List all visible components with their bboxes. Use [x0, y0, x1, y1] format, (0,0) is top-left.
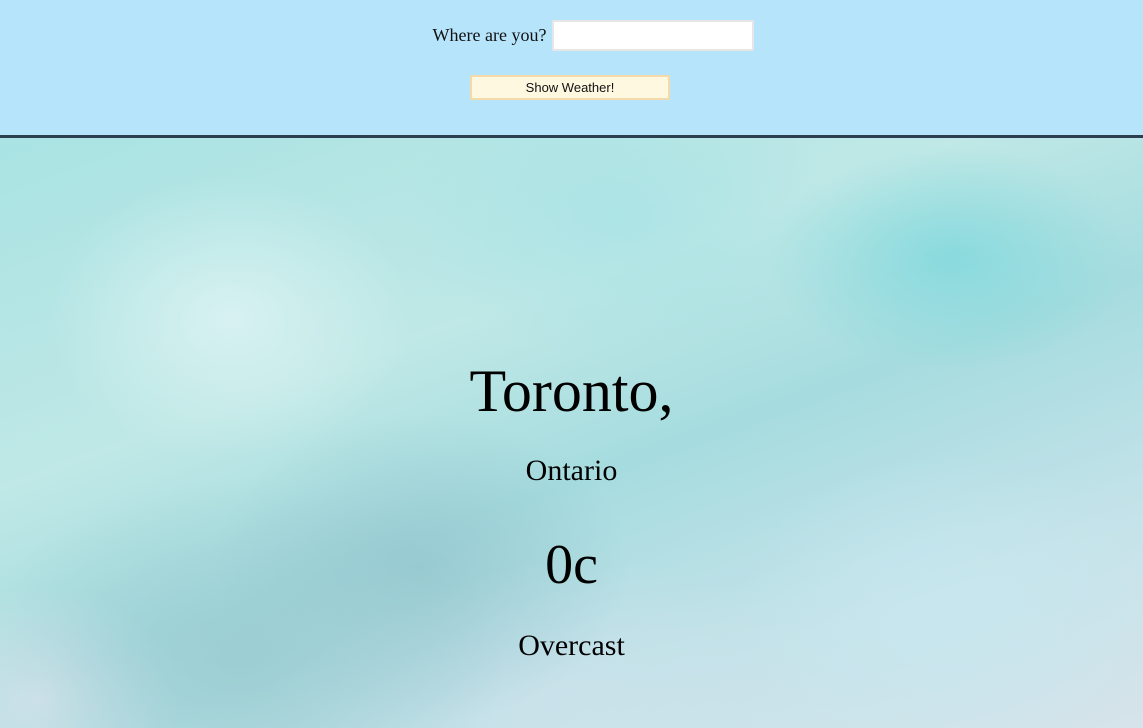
location-input[interactable] [552, 20, 755, 51]
weather-panel: Toronto, Ontario 0c Overcast [0, 138, 1143, 728]
location-label: Where are you? [432, 25, 547, 45]
city-name: Toronto, [469, 358, 674, 424]
weather-condition: Overcast [518, 629, 625, 662]
search-header: Where are you? Show Weather! [0, 0, 1143, 138]
show-weather-button[interactable]: Show Weather! [470, 75, 670, 100]
temperature-value: 0c [545, 534, 598, 596]
search-row: Where are you? [0, 20, 1143, 51]
region-name: Ontario [525, 454, 618, 487]
